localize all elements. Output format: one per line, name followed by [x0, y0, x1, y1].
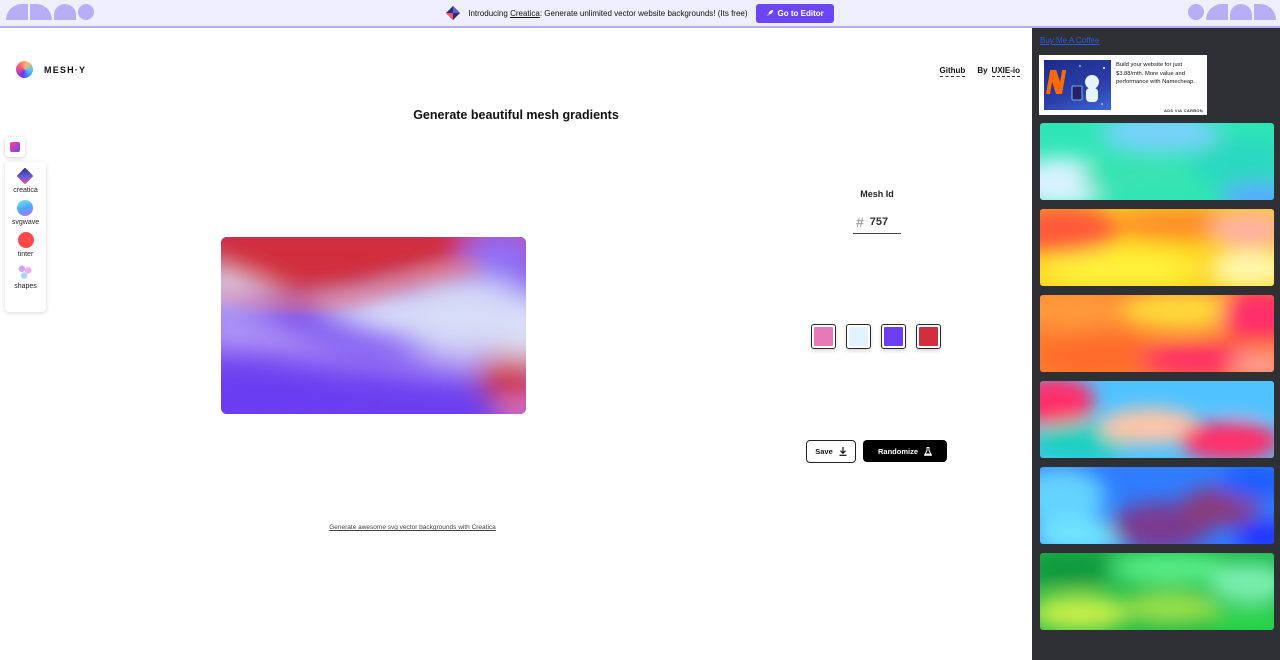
gallery-thumbnail[interactable] — [1040, 381, 1274, 458]
brand-name: MESH·Y — [44, 64, 87, 75]
shapes-icon — [17, 264, 34, 280]
save-button[interactable]: Save — [806, 440, 856, 463]
creatica-icon — [16, 167, 34, 185]
meshy-logo-icon — [16, 61, 33, 78]
banner-text: Introducing Creatica: Generate unlimited… — [468, 8, 748, 18]
gallery-thumbnail[interactable] — [1040, 295, 1274, 372]
mesh-gradient-preview — [221, 237, 526, 414]
tools-sidebar: creatica svgwave tinter shapes — [5, 162, 46, 312]
color-swatches — [811, 324, 941, 349]
tool-creatica[interactable]: creatica — [13, 167, 38, 194]
by-label: By — [977, 66, 988, 75]
buy-me-a-coffee-link[interactable]: Buy Me A Coffee — [1040, 36, 1099, 45]
ad-text: Build your website for just $3.88/mth. M… — [1116, 62, 1195, 85]
gallery-thumbnail[interactable] — [1040, 553, 1274, 630]
save-label: Save — [815, 447, 833, 456]
tool-tinter[interactable]: tinter — [17, 232, 34, 258]
mesh-id-input[interactable]: # 757 — [853, 210, 901, 234]
author-credit: By UXIE-io — [977, 66, 1020, 77]
swatch-fill — [849, 327, 868, 346]
github-link[interactable]: Github — [939, 66, 966, 77]
randomize-label: Randomize — [877, 446, 918, 456]
tinter-icon — [17, 232, 34, 248]
randomize-button[interactable]: Randomize — [863, 440, 947, 462]
go-to-editor-button[interactable]: Go to Editor — [755, 3, 834, 23]
tool-svgwave[interactable]: svgwave — [12, 200, 39, 226]
author-link[interactable]: UXIE-io — [991, 66, 1020, 77]
flask-icon — [924, 446, 932, 456]
ad-via-label: ADS VIA CARBON — [1164, 108, 1203, 113]
download-icon — [839, 447, 847, 456]
swatch-fill — [884, 327, 903, 346]
rocket-icon — [766, 10, 773, 16]
uxie-logo-icon — [10, 142, 20, 152]
swatch-fill — [919, 327, 938, 346]
color-swatch-3[interactable] — [881, 324, 906, 349]
mesh-id-value: 757 — [869, 215, 889, 228]
gallery-thumbnail[interactable] — [1040, 123, 1274, 200]
gallery-thumbnail[interactable] — [1040, 467, 1274, 544]
tool-label: creatica — [13, 187, 38, 194]
brand[interactable]: MESH·Y — [16, 61, 86, 78]
tool-shapes[interactable]: shapes — [14, 264, 37, 290]
gallery-thumbnail[interactable] — [1040, 209, 1274, 286]
announcement-banner: Introducing Creatica: Generate unlimited… — [0, 0, 1280, 28]
page-title: Generate beautiful mesh gradients — [413, 108, 619, 122]
creatica-logo-icon — [446, 6, 461, 20]
carbon-ad[interactable]: Build your website for just $3.88/mth. M… — [1039, 55, 1207, 115]
banner-decoration-left — [6, 4, 94, 20]
uxie-apps-button[interactable] — [5, 137, 25, 157]
svgwave-icon — [17, 200, 34, 216]
right-sidebar: Buy Me A Coffee Build your website for j… — [1032, 28, 1280, 660]
swatch-fill — [814, 327, 833, 346]
mesh-id-label: Mesh Id — [860, 189, 894, 199]
ad-image — [1044, 60, 1111, 110]
tool-label: tinter — [17, 251, 34, 258]
creatica-promo-link[interactable]: Generate awesome svg vector backgrounds … — [0, 524, 825, 531]
top-nav: Github By UXIE-io — [939, 66, 1020, 77]
tool-label: shapes — [14, 283, 37, 290]
color-swatch-1[interactable] — [811, 324, 836, 349]
color-swatch-2[interactable] — [846, 324, 871, 349]
hash-icon: # — [856, 213, 864, 230]
creatica-link[interactable]: Creatica — [510, 9, 540, 18]
tool-label: svgwave — [11, 219, 40, 226]
color-swatch-4[interactable] — [916, 324, 941, 349]
banner-decoration-right — [1188, 4, 1276, 20]
